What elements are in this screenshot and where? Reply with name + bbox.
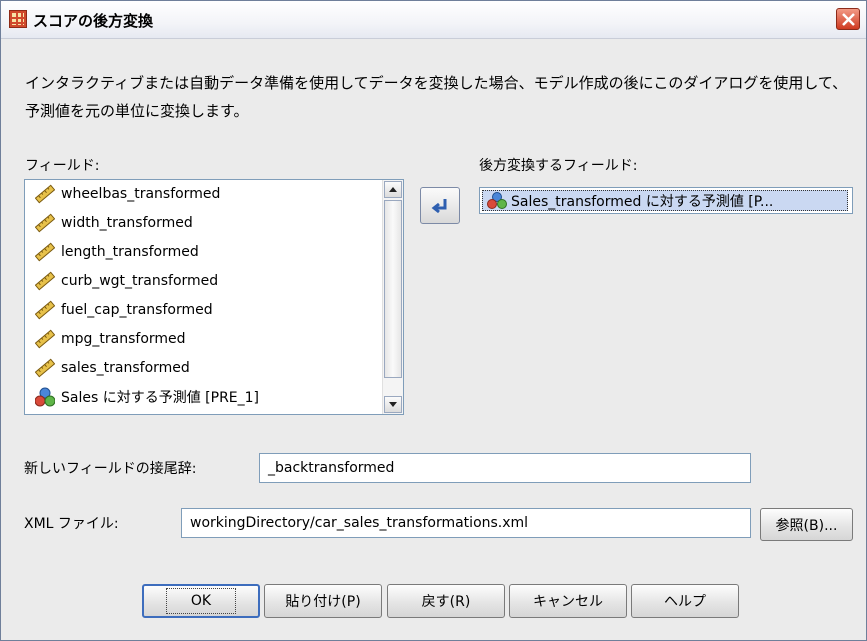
list-item[interactable]: fuel_cap_transformed: [34, 298, 213, 322]
fields-scrollbar[interactable]: [382, 180, 403, 414]
suffix-input[interactable]: _backtransformed: [259, 453, 751, 483]
list-item[interactable]: wheelbas_transformed: [34, 182, 220, 206]
paste-button[interactable]: 貼り付け(P): [264, 584, 382, 618]
scroll-down-button[interactable]: [384, 396, 402, 413]
reset-button[interactable]: 戻す(R): [387, 584, 505, 618]
xml-file-input[interactable]: workingDirectory/car_sales_transformatio…: [181, 508, 751, 538]
list-item[interactable]: sales_transformed: [34, 356, 190, 380]
scroll-up-button[interactable]: [384, 181, 402, 198]
target-item[interactable]: Sales_transformed に対する予測値 [P...: [482, 190, 848, 211]
ruler-icon: [34, 213, 56, 233]
close-icon: [842, 13, 855, 26]
target-label: 後方変換するフィールド:: [479, 158, 638, 174]
xml-label: XML ファイル:: [24, 516, 119, 532]
dialog-description: インタラクティブまたは自動データ準備を使用してデータを変換した場合、モデル作成の…: [25, 74, 848, 120]
list-item[interactable]: Sales に対する予測値 [PRE_1]: [34, 385, 259, 409]
down-arrow-icon: [389, 402, 397, 407]
move-field-button[interactable]: [420, 187, 460, 224]
fields-listbox[interactable]: wheelbas_transformed width_transformed l…: [24, 179, 404, 415]
arrow-left-icon: [431, 199, 447, 214]
ruler-icon: [34, 242, 56, 262]
ruler-icon: [34, 329, 56, 349]
suffix-label: 新しいフィールドの接尾辞:: [24, 461, 197, 477]
close-button[interactable]: [836, 8, 860, 30]
list-item[interactable]: curb_wgt_transformed: [34, 269, 218, 293]
ruler-icon: [34, 271, 56, 291]
target-listbox[interactable]: Sales_transformed に対する予測値 [P...: [479, 187, 853, 214]
list-item[interactable]: length_transformed: [34, 240, 199, 264]
dialog-window: スコアの後方変換 インタラクティブまたは自動データ準備を使用してデータを変換した…: [0, 0, 867, 641]
title-bar[interactable]: スコアの後方変換: [1, 1, 866, 39]
browse-button[interactable]: 参照(B)...: [760, 508, 853, 541]
nominal-icon: [487, 191, 507, 210]
window-title: スコアの後方変換: [33, 12, 154, 30]
list-item[interactable]: mpg_transformed: [34, 327, 186, 351]
ruler-icon: [34, 358, 56, 378]
help-button[interactable]: ヘルプ: [631, 584, 739, 618]
ruler-icon: [34, 184, 56, 204]
scroll-thumb[interactable]: [384, 200, 402, 378]
list-item[interactable]: width_transformed: [34, 211, 193, 235]
table-icon: [9, 10, 27, 28]
ruler-icon: [34, 300, 56, 320]
nominal-icon: [34, 387, 56, 407]
ok-button[interactable]: OK: [142, 584, 260, 618]
cancel-button[interactable]: キャンセル: [509, 584, 627, 618]
up-arrow-icon: [389, 187, 397, 192]
fields-label: フィールド:: [25, 158, 100, 174]
